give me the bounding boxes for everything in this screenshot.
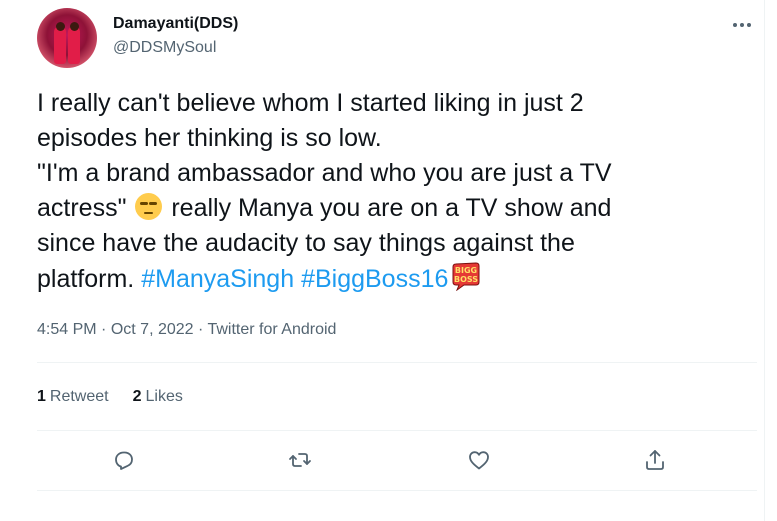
likes-label: Likes [145, 388, 183, 405]
retweet-button[interactable] [284, 444, 316, 476]
tweet-header: Damayanti(DDS) @DDSMySoul [37, 8, 757, 70]
more-icon[interactable] [727, 10, 757, 40]
retweets-stat[interactable]: 1 Retweet [37, 387, 109, 407]
retweet-icon [289, 453, 311, 467]
tweet-date[interactable]: Oct 7, 2022 [111, 321, 194, 338]
tweet-line: since have the audacity to say things ag… [37, 229, 575, 257]
tweet-time[interactable]: 4:54 PM [37, 321, 97, 338]
tweet-fragment: really Manya you are on a TV show and [171, 194, 612, 222]
tweet-line: platform. #ManyaSingh #BiggBoss16 BIGG B… [37, 261, 757, 297]
tweet-fragment: actress" [37, 194, 127, 222]
likes-stat[interactable]: 2 Likes [133, 387, 183, 407]
tweet-text: I really can't believe whom I started li… [37, 86, 757, 297]
tweet-source[interactable]: Twitter for Android [207, 321, 336, 338]
author-display-name[interactable]: Damayanti(DDS) [113, 14, 238, 34]
avatar[interactable] [37, 8, 97, 68]
tweet-stats: 1 Retweet 2 Likes [37, 387, 183, 407]
like-button[interactable] [463, 444, 495, 476]
tweet-fragment: platform. [37, 265, 135, 293]
tweet-line: actress" really Manya you are on a TV sh… [37, 191, 757, 226]
tweet-line: "I'm a brand ambassador and who you are … [37, 159, 612, 187]
tweet-card: Damayanti(DDS) @DDSMySoul I really can't… [0, 0, 777, 521]
share-icon [646, 450, 664, 470]
divider [37, 362, 757, 363]
share-button[interactable] [639, 444, 671, 476]
svg-text:BIGG: BIGG [455, 266, 477, 275]
author-info: Damayanti(DDS) @DDSMySoul [113, 14, 238, 58]
hashtag-link[interactable]: #BiggBoss16 [301, 265, 448, 293]
retweets-count: 1 [37, 388, 46, 405]
reply-icon [115, 451, 133, 470]
divider [37, 490, 757, 491]
tweet-line: I really can't believe whom I started li… [37, 89, 584, 117]
meta-separator: · [101, 321, 107, 338]
heart-icon [469, 451, 489, 470]
reply-button[interactable] [108, 444, 140, 476]
bigg-boss-logo-icon: BIGG BOSS [452, 262, 480, 291]
retweets-label: Retweet [49, 388, 109, 405]
action-bar [0, 440, 777, 480]
tweet-line: episodes her thinking is so low. [37, 124, 382, 152]
divider [37, 430, 757, 431]
meta-separator: · [198, 321, 204, 338]
hashtag-link[interactable]: #ManyaSingh [141, 265, 294, 293]
likes-count: 2 [132, 388, 142, 405]
tweet-meta: 4:54 PM · Oct 7, 2022 · Twitter for Andr… [37, 320, 336, 340]
unamused-face-emoji-icon [135, 193, 163, 220]
svg-text:BOSS: BOSS [454, 275, 478, 284]
author-handle[interactable]: @DDSMySoul [113, 38, 238, 58]
